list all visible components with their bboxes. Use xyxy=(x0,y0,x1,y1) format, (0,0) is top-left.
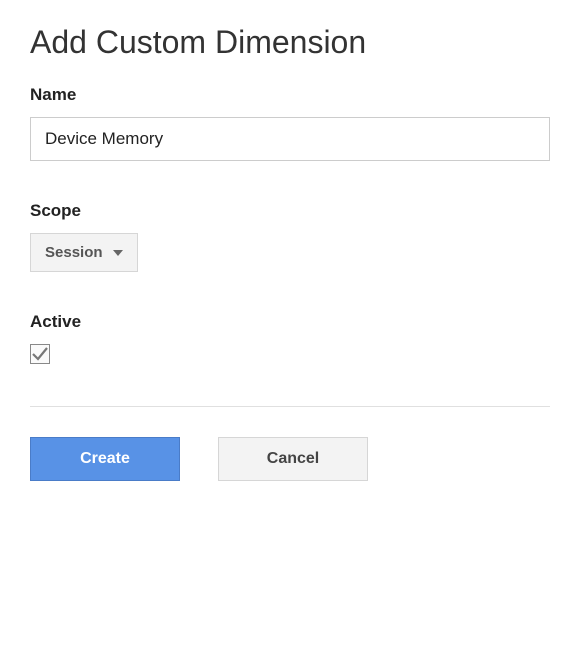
create-button[interactable]: Create xyxy=(30,437,180,481)
caret-down-icon xyxy=(113,250,123,256)
active-label: Active xyxy=(30,312,550,332)
cancel-button[interactable]: Cancel xyxy=(218,437,368,481)
page-title: Add Custom Dimension xyxy=(30,24,550,61)
checkmark-icon xyxy=(32,347,48,361)
scope-field-group: Scope Session xyxy=(30,201,550,272)
button-row: Create Cancel xyxy=(30,437,550,481)
active-checkbox[interactable] xyxy=(30,344,50,364)
active-field-group: Active xyxy=(30,312,550,366)
name-input[interactable] xyxy=(30,117,550,161)
divider xyxy=(30,406,550,407)
name-field-group: Name xyxy=(30,85,550,161)
scope-label: Scope xyxy=(30,201,550,221)
name-label: Name xyxy=(30,85,550,105)
scope-selected-value: Session xyxy=(45,244,103,261)
scope-dropdown[interactable]: Session xyxy=(30,233,138,272)
